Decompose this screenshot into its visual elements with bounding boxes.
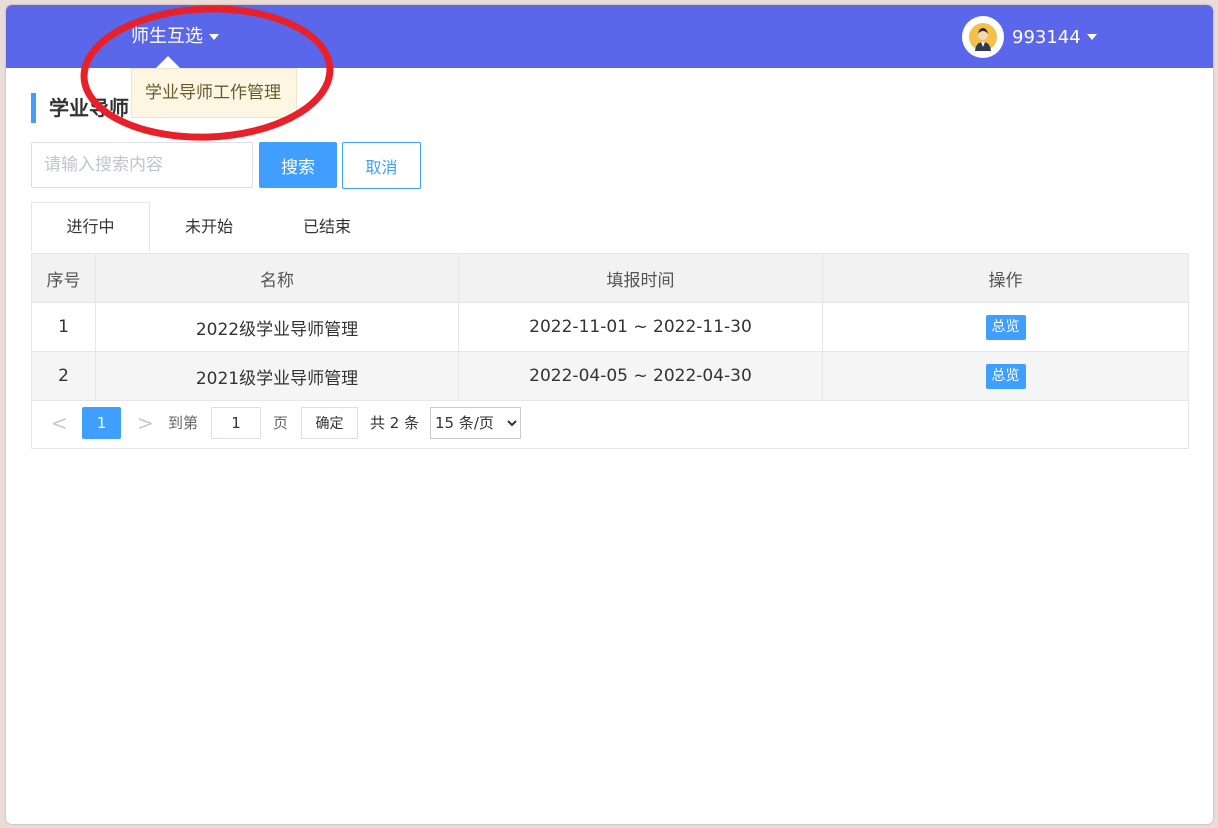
cell-action: 总览 [822, 302, 1189, 352]
search-button[interactable]: 搜索 [259, 142, 337, 188]
overview-button[interactable]: 总览 [985, 314, 1026, 340]
goto-confirm-button[interactable]: 确定 [301, 407, 358, 439]
total-count: 共 2 条 [370, 414, 420, 432]
pagination-current-page[interactable]: 1 [82, 407, 121, 439]
cancel-button[interactable]: 取消 [342, 142, 421, 189]
status-tabs: 进行中 未开始 已结束 [31, 202, 1189, 254]
tab-in-progress[interactable]: 进行中 [31, 202, 150, 252]
cell-period: 2022-11-01 ~ 2022-11-30 [458, 302, 823, 352]
table-row: 1 2022级学业导师管理 2022-11-01 ~ 2022-11-30 总览 [31, 302, 1189, 352]
column-header-name: 名称 [95, 253, 459, 303]
column-header-index: 序号 [31, 253, 96, 303]
caret-down-icon [209, 34, 219, 40]
overview-button[interactable]: 总览 [985, 363, 1026, 389]
user-avatar-icon [962, 16, 1004, 58]
goto-prefix-label: 到第 [168, 414, 199, 432]
column-header-period: 填报时间 [458, 253, 823, 303]
nav-menu-student-teacher-selection[interactable]: 师生互选 [131, 23, 219, 51]
dropdown-pointer [156, 56, 180, 68]
column-header-action: 操作 [822, 253, 1189, 303]
app-window: 师生互选 993144 学业导师工作管理 学业导师 搜索 取消 [6, 5, 1213, 824]
table-row: 2 2021级学业导师管理 2022-04-05 ~ 2022-04-30 总览 [31, 351, 1189, 401]
chevron-right-icon[interactable]: > [137, 398, 154, 448]
chevron-left-icon[interactable]: < [51, 398, 68, 448]
tab-finished[interactable]: 已结束 [268, 202, 386, 252]
goto-page-input[interactable] [211, 407, 261, 439]
cell-name: 2021级学业导师管理 [95, 351, 459, 401]
nav-menu-label: 师生互选 [131, 26, 203, 47]
table-header-row: 序号 名称 填报时间 操作 [31, 253, 1189, 303]
cell-index: 1 [31, 302, 96, 352]
username: 993144 [1012, 26, 1081, 48]
top-navbar: 师生互选 993144 [6, 5, 1213, 68]
user-menu[interactable]: 993144 [962, 16, 1097, 58]
cell-action: 总览 [822, 351, 1189, 401]
page-title: 学业导师 [31, 93, 129, 123]
cell-period: 2022-04-05 ~ 2022-04-30 [458, 351, 823, 401]
page-size-select[interactable]: 15 条/页 [430, 407, 521, 439]
caret-down-icon [1086, 34, 1097, 40]
nav-dropdown: 学业导师工作管理 [131, 68, 297, 118]
tab-not-started[interactable]: 未开始 [150, 202, 268, 252]
cell-name: 2022级学业导师管理 [95, 302, 459, 352]
advisor-table: 序号 名称 填报时间 操作 1 2022级学业导师管理 2022-11-01 ~… [31, 253, 1189, 401]
search-input[interactable] [31, 142, 253, 188]
pagination: < 1 > 到第 页 确定 共 2 条 15 条/页 [31, 398, 1189, 449]
dropdown-item-academic-advisor-management[interactable]: 学业导师工作管理 [132, 69, 296, 117]
goto-suffix-label: 页 [273, 414, 289, 432]
cell-index: 2 [31, 351, 96, 401]
